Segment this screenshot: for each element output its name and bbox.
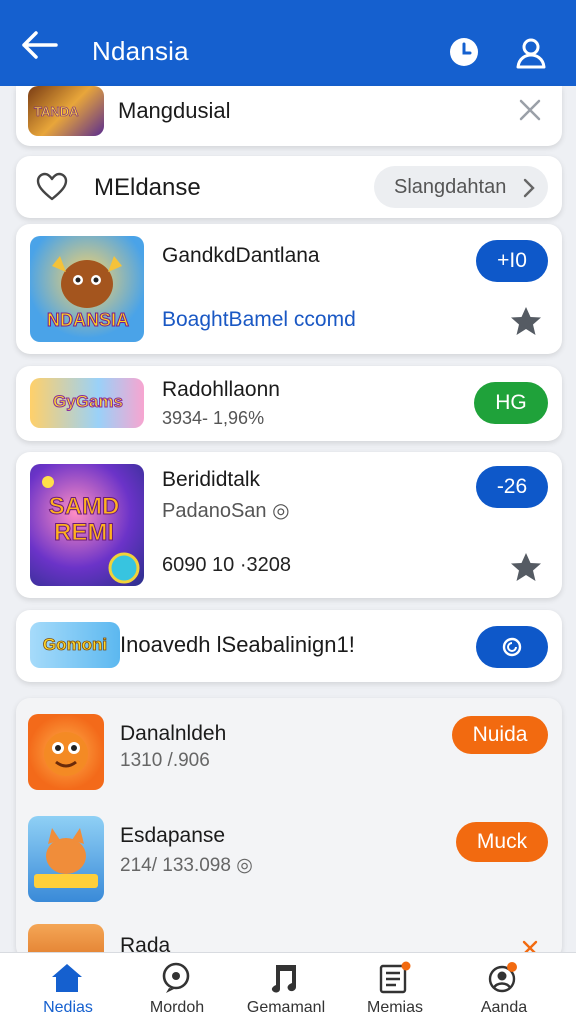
list-item-meta: 1310 /.906 xyxy=(120,750,210,771)
game-thumbnail: GyGams xyxy=(30,378,144,428)
profile-icon[interactable] xyxy=(514,36,548,70)
star-icon[interactable] xyxy=(510,306,542,336)
game-card[interactable]: NDANSIA GandkdDantlana BoaghtBamel ccomd… xyxy=(16,224,562,354)
thumbnail-label: GyGams xyxy=(53,392,124,412)
top-row-title: Mangdusial xyxy=(118,98,231,123)
game-subtitle[interactable]: BoaghtBamel ccomd xyxy=(162,308,356,332)
bottom-tab-bar: Nedias Mordoh Gemamanl Memias Aanda xyxy=(0,952,576,1024)
filter-button-label: Slangdahtan xyxy=(394,176,507,198)
status-badge[interactable]: HG xyxy=(474,382,548,424)
music-note-icon xyxy=(271,965,296,993)
game-title: GandkdDantlana xyxy=(162,244,320,267)
refresh-icon xyxy=(502,637,522,657)
list-item-title: Danalnldeh xyxy=(120,722,227,745)
tab-label: Nedias xyxy=(43,999,93,1016)
tab-profile[interactable]: Aanda xyxy=(449,953,559,1024)
filter-row: MEldanse Slangdahtan xyxy=(16,156,562,218)
promo-text: Inoavedh lSeabalinign1! xyxy=(120,632,355,657)
clock-icon[interactable] xyxy=(448,36,480,68)
game-meta: 3934- 1,96% xyxy=(162,408,265,428)
tab-label: Memias xyxy=(366,999,423,1016)
tab-label: Aanda xyxy=(480,999,528,1016)
filter-label: MEldanse xyxy=(94,174,201,201)
tab-chat[interactable]: Mordoh xyxy=(122,953,232,1024)
heart-icon[interactable] xyxy=(36,172,68,202)
count-badge[interactable]: -26 xyxy=(476,466,548,508)
game-thumbnail xyxy=(28,714,104,790)
filter-button[interactable]: Slangdahtan xyxy=(374,166,548,208)
game-title: Radohllaonn xyxy=(162,378,280,401)
game-thumbnail: TANDA xyxy=(28,86,104,136)
game-card[interactable]: SAMD REMI Berididtalk PadanoSan ◎ 6090 1… xyxy=(16,452,562,598)
promo-action-button[interactable] xyxy=(476,626,548,668)
game-card[interactable]: GyGams Radohllaonn 3934- 1,96% HG xyxy=(16,366,562,441)
thumbnail-label: Gomoni xyxy=(42,635,108,655)
game-thumbnail: NDANSIA xyxy=(30,236,144,342)
chevron-right-icon xyxy=(523,178,535,198)
game-thumbnail xyxy=(28,816,104,902)
game-list: Danalnldeh 1310 /.906 Nuida Esdapanse 21… xyxy=(16,698,562,960)
list-item[interactable]: Esdapanse 214/ 133.098 ◎ Muck xyxy=(16,806,562,906)
action-badge[interactable]: Muck xyxy=(456,822,548,862)
tab-music[interactable]: Gemamanl xyxy=(231,953,341,1024)
list-item-meta: 214/ 133.098 ◎ xyxy=(120,855,253,876)
tab-label: Mordoh xyxy=(149,999,205,1016)
news-icon xyxy=(379,961,411,994)
action-badge[interactable]: Nuida xyxy=(452,716,548,754)
top-row-card[interactable]: TANDA Mangdusial xyxy=(16,86,562,146)
list-item[interactable]: Danalnldeh 1310 /.906 Nuida xyxy=(16,698,562,804)
back-arrow-icon[interactable] xyxy=(20,30,60,60)
promo-thumbnail: Gomoni xyxy=(30,622,120,668)
thumbnail-label: SAMD REMI xyxy=(48,493,120,546)
game-meta: PadanoSan ◎ xyxy=(162,500,290,522)
game-thumbnail: SAMD REMI xyxy=(30,464,144,586)
thumbnail-label: NDANSIA xyxy=(46,310,129,331)
app-title: Ndansia xyxy=(92,36,189,66)
star-icon[interactable] xyxy=(510,552,542,582)
close-icon[interactable] xyxy=(518,98,542,122)
home-icon xyxy=(52,964,82,992)
profile-icon xyxy=(488,962,517,993)
app-bar: Ndansia xyxy=(0,0,576,86)
game-title: Berididtalk xyxy=(162,468,261,491)
promo-banner[interactable]: Gomoni Inoavedh lSeabalinign1! xyxy=(16,610,562,682)
tab-home[interactable]: Nedias xyxy=(13,953,123,1024)
tab-news[interactable]: Memias xyxy=(340,953,450,1024)
game-stat: 6090 10 ·3208 xyxy=(162,554,292,576)
chat-icon xyxy=(162,962,190,993)
tab-label: Gemamanl xyxy=(246,999,326,1016)
list-item-title: Esdapanse xyxy=(120,824,226,847)
count-badge[interactable]: +I0 xyxy=(476,240,548,282)
svg-text:TANDA: TANDA xyxy=(34,104,79,119)
